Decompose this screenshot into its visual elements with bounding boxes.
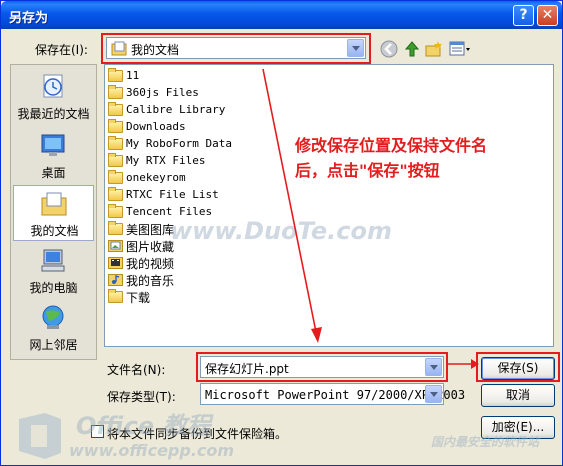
chevron-down-icon[interactable] bbox=[425, 358, 442, 376]
instruction-annotation: 修改保存位置及保持文件名后，点击"保存"按钮 bbox=[295, 136, 488, 180]
filename-value: 保存幻灯片.ppt bbox=[205, 362, 289, 376]
save-as-dialog: 另存为 ? ✕ 保存在(I): 我的文档 我最近的文档 桌面 我的文档 我的电脑… bbox=[0, 0, 563, 466]
chevron-down-icon[interactable] bbox=[425, 385, 442, 403]
office-logo-icon bbox=[19, 413, 61, 459]
save-button[interactable]: 保存(S) bbox=[481, 357, 555, 380]
filename-input[interactable]: 保存幻灯片.ppt bbox=[200, 356, 444, 378]
watermark-brand: Office 教程 bbox=[76, 412, 211, 440]
filename-label: 文件名(N): bbox=[107, 363, 166, 377]
cancel-button[interactable]: 取消 bbox=[481, 384, 555, 407]
filetype-dropdown[interactable]: Microsoft PowerPoint 97/2000/XP/2003 bbox=[200, 383, 465, 405]
watermark-vendor: 国内最安全的软件站 bbox=[431, 435, 540, 449]
filetype-label: 保存类型(T): bbox=[107, 390, 176, 404]
watermark-url: www.officepp.com bbox=[69, 441, 235, 460]
